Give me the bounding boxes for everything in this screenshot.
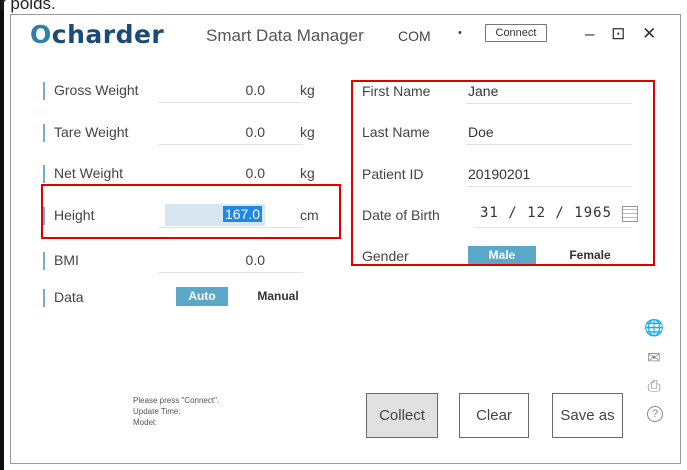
com-port-label: COM [398,28,431,44]
charder-logo: Ocharder [30,20,165,49]
auto-toggle[interactable]: Auto [176,287,228,306]
connect-button[interactable]: Connect [485,24,547,42]
tare-weight-value: 0.0 [245,124,265,140]
net-weight-value: 0.0 [245,165,265,181]
background-caption: r polds. [0,0,56,13]
update-time-label: Update Time: [133,407,181,416]
com-port-dropdown-icon[interactable]: • [458,27,462,39]
data-mode-row: Data Auto Manual [43,287,325,309]
help-icon[interactable]: ? [647,406,663,422]
status-panel: Please press "Connect". Update Time: Mod… [133,395,219,428]
gross-weight-value: 0.0 [245,82,265,98]
app-title: Smart Data Manager [206,26,364,45]
bmi-value: 0.0 [245,252,265,268]
data-mode-label: Data [54,289,84,305]
printer-icon[interactable]: ⎙ [644,378,664,396]
mail-icon[interactable]: ✉ [644,348,664,368]
status-message: Please press "Connect". [133,396,220,405]
bmi-label: BMI [54,252,79,268]
title-bar: Ocharder Smart Data Manager COM • Connec… [30,20,670,50]
gross-weight-row: Gross Weight 0.0 kg [43,80,325,103]
net-weight-label: Net Weight [54,165,123,181]
clear-button[interactable]: Clear [459,393,529,438]
net-weight-unit: kg [300,165,315,181]
tare-weight-row: Tare Weight 0.0 kg [43,122,325,145]
gross-weight-unit: kg [300,82,315,98]
collect-button[interactable]: Collect [366,393,438,438]
patient-info-highlight-box [351,80,655,266]
globe-icon[interactable]: 🌐 [644,318,664,338]
gross-weight-label: Gross Weight [54,82,139,98]
window-controls[interactable]: – ⊡ ✕ [585,24,662,44]
height-highlight-box [41,184,341,239]
net-weight-row: Net Weight 0.0 kg [43,163,325,186]
tare-weight-label: Tare Weight [54,124,129,140]
tare-weight-unit: kg [300,124,315,140]
manual-toggle[interactable]: Manual [248,287,308,306]
model-label: Model: [133,418,158,427]
window-edge [0,0,4,470]
save-as-button[interactable]: Save as [552,393,623,438]
bmi-row: BMI 0.0 [43,250,325,273]
